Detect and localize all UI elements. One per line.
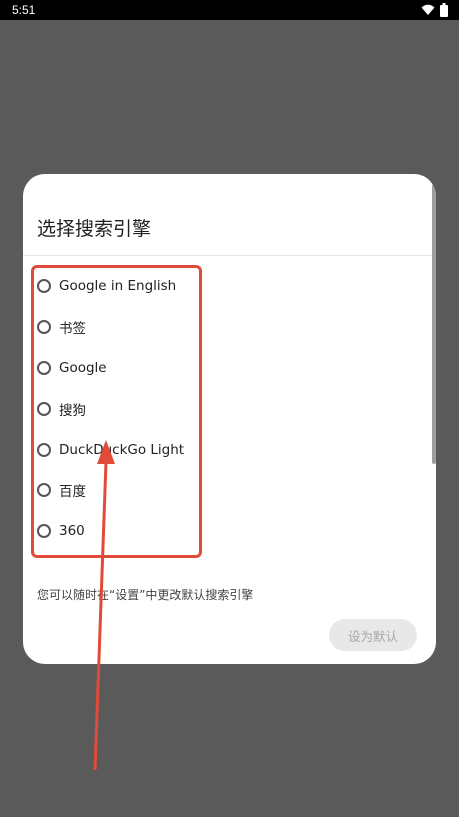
annotation-arrow xyxy=(93,440,115,771)
